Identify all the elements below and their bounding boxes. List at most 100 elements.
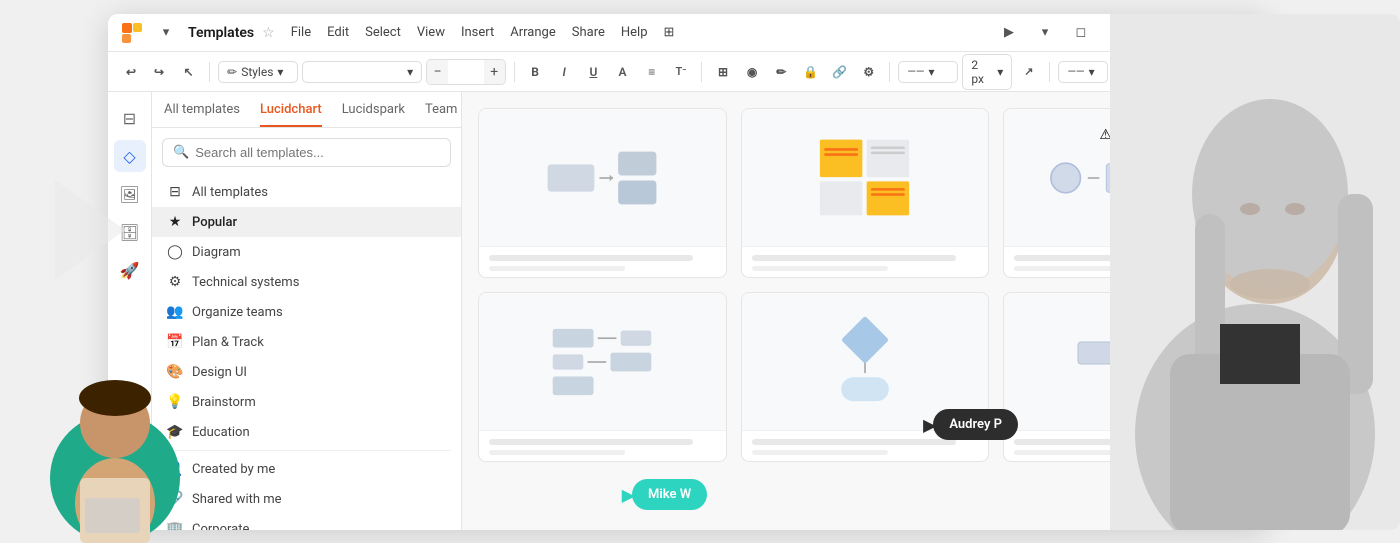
fc-box-2: [618, 151, 656, 175]
cursor-tool[interactable]: ↖: [176, 59, 201, 85]
footer-line-9: [752, 439, 956, 445]
text-format-button[interactable]: T⁻: [668, 59, 693, 85]
nav-education[interactable]: 🎓 Education: [152, 417, 461, 447]
nav-shared-with-me[interactable]: 🔗 Shared with me: [152, 484, 461, 514]
menu-arrange[interactable]: Arrange: [510, 25, 555, 40]
template-card-process[interactable]: [478, 292, 727, 462]
app-menu-button[interactable]: ▾: [152, 19, 180, 47]
italic-button[interactable]: I: [552, 59, 577, 85]
styles-icon: ✏: [227, 65, 237, 79]
fc-right-col: [618, 151, 656, 204]
mike-figure: [55, 343, 175, 543]
fc-box-1: [548, 164, 595, 191]
decorative-triangle: [55, 180, 125, 280]
line-style-dropdown[interactable]: —— ▾: [898, 61, 958, 83]
footer-line-8: [489, 450, 625, 455]
audrey-tooltip: Audrey P: [933, 409, 1018, 440]
fill-button[interactable]: ◉: [740, 59, 765, 85]
font-size-increase[interactable]: +: [484, 60, 505, 84]
add-shape-button[interactable]: ⊞: [710, 59, 735, 85]
window-title: Templates: [188, 25, 254, 41]
footer-line-2: [489, 266, 625, 271]
footer-line-4: [752, 266, 888, 271]
font-size-decrease[interactable]: −: [427, 60, 448, 84]
menu-select[interactable]: Select: [365, 25, 401, 40]
tab-lucidchart[interactable]: Lucidchart: [260, 102, 322, 127]
pr-line-1: [598, 337, 617, 339]
organize-teams-icon: 👥: [166, 304, 184, 320]
menu-share[interactable]: Share: [572, 25, 605, 40]
redo-button[interactable]: ↪: [146, 59, 172, 85]
sticky-4: [867, 181, 910, 215]
tab-all-templates[interactable]: All templates: [164, 102, 240, 127]
fc-box-3: [618, 180, 656, 204]
video-icon[interactable]: ◻: [1067, 19, 1095, 47]
menu-bar: File Edit Select View Insert Arrange Sha…: [291, 25, 675, 40]
title-bar: ▾ Templates ☆ File Edit Select View Inse…: [108, 14, 1268, 52]
nav-technical-systems[interactable]: ⚙ Technical systems: [152, 267, 461, 297]
flowchart-diagram: [548, 151, 657, 204]
bold-button[interactable]: B: [523, 59, 548, 85]
font-dropdown[interactable]: ▾: [302, 61, 422, 83]
template-footer-4: [479, 430, 726, 461]
nav-brainstorm[interactable]: 💡 Brainstorm: [152, 387, 461, 417]
underline-button[interactable]: U: [581, 59, 606, 85]
stroke-color-button[interactable]: ✏: [769, 59, 794, 85]
lock-button[interactable]: 🔒: [798, 59, 823, 85]
more-options-button[interactable]: ⚙: [856, 59, 881, 85]
styles-dropdown[interactable]: ✏ Styles ▾: [218, 61, 298, 83]
diagram-icon: ◯: [166, 244, 184, 260]
template-footer-1: [479, 246, 726, 277]
pr-box-5: [553, 376, 594, 395]
nav-created-by-me[interactable]: 👤 Created by me: [152, 454, 461, 484]
line-weight-dropdown[interactable]: 2 px ▾: [962, 54, 1012, 90]
uml-line: [1087, 177, 1098, 179]
lucid-logo: [120, 21, 144, 45]
search-input[interactable]: [195, 145, 440, 160]
font-size-input[interactable]: [448, 60, 484, 84]
mike-svg: [55, 343, 175, 543]
technical-systems-icon: ⚙: [166, 274, 184, 290]
font-color-button[interactable]: A: [610, 59, 635, 85]
undo-button[interactable]: ↩: [118, 59, 144, 85]
app-window: ▾ Templates ☆ File Edit Select View Inse…: [108, 14, 1268, 530]
menu-file[interactable]: File: [291, 25, 311, 40]
templates-sidebar-icon[interactable]: ◇: [114, 140, 146, 172]
nav-popular[interactable]: ★ Popular: [152, 207, 461, 237]
nav-corporate[interactable]: 🏢 Corporate: [152, 514, 461, 530]
history-group: ↩ ↪: [118, 59, 172, 85]
pr-row-2: [553, 352, 652, 371]
menu-help[interactable]: Help: [621, 25, 648, 40]
oval-shape: [841, 377, 889, 401]
menu-apps[interactable]: ⊞: [664, 25, 675, 40]
nav-plan-track[interactable]: 📅 Plan & Track: [152, 327, 461, 357]
corner-style-button[interactable]: ↗: [1016, 59, 1041, 85]
menu-insert[interactable]: Insert: [461, 25, 494, 40]
process-diagram: [550, 325, 655, 398]
template-preview-process: [479, 293, 726, 430]
styles-label: Styles: [241, 65, 273, 79]
template-card-sticky[interactable]: [741, 108, 990, 278]
align-button[interactable]: ≡: [639, 59, 664, 85]
pr-box-4: [611, 352, 652, 371]
present-icon[interactable]: ▶: [995, 19, 1023, 47]
link-button[interactable]: 🔗: [827, 59, 852, 85]
line-end-start-dropdown[interactable]: —— ▾: [1058, 61, 1108, 83]
template-card-flowchart[interactable]: [478, 108, 727, 278]
pr-line-2: [588, 361, 607, 363]
tab-team-spaces[interactable]: Team Spaces BETA: [425, 102, 462, 127]
nav-organize-teams[interactable]: 👥 Organize teams: [152, 297, 461, 327]
sticky-2: [867, 140, 910, 177]
dropdown-icon[interactable]: ▾: [1031, 19, 1059, 47]
toolbar-separator-1: [209, 62, 210, 82]
nav-all-templates[interactable]: ⊟ All templates: [152, 177, 461, 207]
menu-view[interactable]: View: [417, 25, 445, 40]
menu-edit[interactable]: Edit: [327, 25, 349, 40]
star-icon[interactable]: ☆: [262, 25, 275, 41]
template-navigation: ⊟ All templates ★ Popular ◯ Diagram ⚙ Te…: [152, 173, 461, 530]
nav-design-ui[interactable]: 🎨 Design UI: [152, 357, 461, 387]
nav-diagram[interactable]: ◯ Diagram: [152, 237, 461, 267]
footer-line-7: [489, 439, 693, 445]
tab-lucidspark[interactable]: Lucidspark: [342, 102, 405, 127]
panel-toggle-sidebar[interactable]: ⊟: [114, 102, 146, 134]
